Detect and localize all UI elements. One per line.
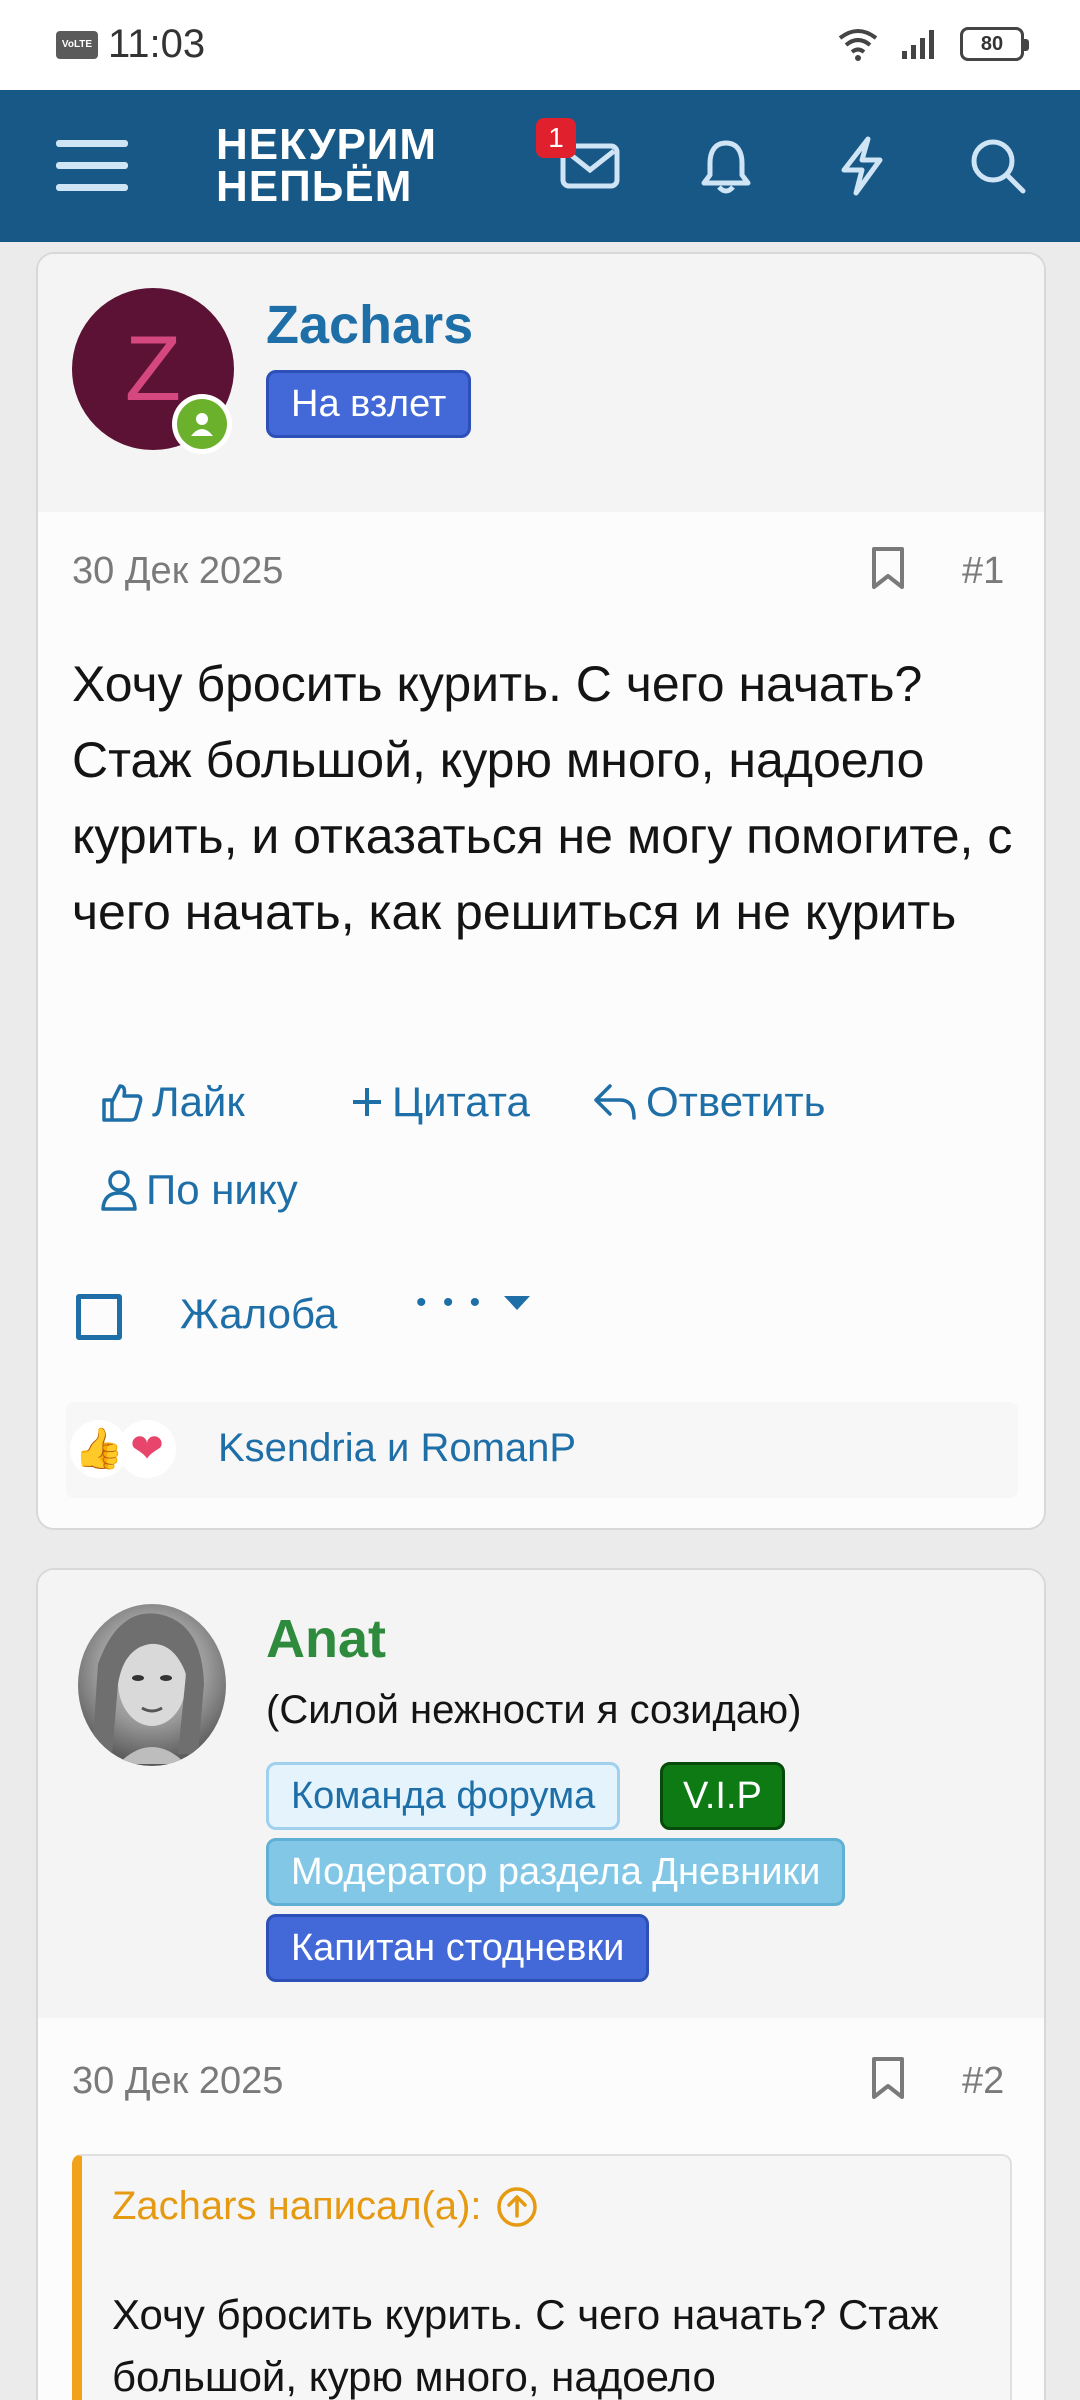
user-group-tag: Команда форума	[266, 1762, 621, 1830]
top-navbar: НЕКУРИМ НЕПЬЁМ 1	[0, 90, 1080, 242]
post-username[interactable]: Zachars	[266, 294, 473, 356]
whats-new-button[interactable]	[816, 120, 908, 212]
online-status-badge	[172, 394, 232, 454]
quote-button[interactable]: Цитата	[350, 1078, 530, 1126]
quote-text: Хочу бросить курить. С чего начать? Стаж…	[112, 2291, 939, 2400]
chevron-down-icon	[504, 1296, 531, 1310]
bookmark-button[interactable]	[870, 546, 906, 595]
avatar[interactable]	[78, 1604, 226, 1766]
volte-badge: VoLTE	[56, 31, 98, 59]
reply-label: Ответить	[646, 1078, 826, 1125]
bookmark-icon	[872, 547, 904, 589]
inbox-count-badge: 1	[536, 118, 576, 158]
quote-author: Zachars написал(а):	[112, 2184, 482, 2228]
status-icons: 80	[836, 26, 1029, 62]
post-card: Z Zachars На взлет 30 Дек 2025 #1 Хочу б…	[36, 252, 1046, 1530]
post-date[interactable]: 30 Дек 2025	[72, 2060, 283, 2103]
post-date[interactable]: 30 Дек 2025	[72, 550, 283, 593]
bell-icon	[701, 140, 751, 194]
bookmark-button[interactable]	[870, 2056, 906, 2105]
by-nick-button[interactable]: По нику	[100, 1166, 298, 1214]
user-group-tag: V.I.P	[660, 1762, 785, 1830]
user-rank-tag: На взлет	[266, 370, 472, 438]
logo-line-1: НЕКУРИМ	[216, 120, 438, 169]
avatar-portrait	[92, 1613, 204, 1764]
arrow-up-circle-icon	[496, 2186, 537, 2227]
select-post-checkbox[interactable]	[76, 1294, 122, 1340]
reply-icon	[594, 1084, 636, 1120]
post-user-header: Anat (Силой нежности я созидаю) Команда …	[38, 1570, 1044, 2018]
reaction-users-link[interactable]: Ksendria и RomanP	[218, 1426, 576, 1471]
post-username[interactable]: Anat	[266, 1608, 386, 1670]
plus-icon	[353, 1088, 381, 1116]
quote-author-link[interactable]: Zachars написал(а):	[112, 2184, 538, 2229]
more-actions-button[interactable]: • • •	[416, 1286, 532, 1320]
user-group-tag: Модератор раздела Дневники	[266, 1838, 846, 1906]
user-group-tag: Капитан стодневки	[266, 1914, 650, 1982]
like-button[interactable]: Лайк	[100, 1078, 245, 1126]
post-number-link[interactable]: #2	[962, 2060, 1004, 2103]
signal-icon	[902, 30, 934, 59]
user-online-icon	[191, 413, 213, 436]
search-button[interactable]	[952, 120, 1044, 212]
thumbs-up-icon	[102, 1084, 143, 1122]
menu-button[interactable]	[46, 120, 138, 212]
report-button[interactable]: Жалоба	[180, 1290, 337, 1338]
quote-label: Цитата	[392, 1078, 530, 1125]
user-icon	[101, 1170, 137, 1211]
hamburger-icon	[56, 140, 128, 191]
reactions-bar: 👍 ❤ Ksendria и RomanP	[66, 1402, 1018, 1498]
more-dots: • • •	[416, 1286, 485, 1319]
battery-indicator: 80	[960, 27, 1029, 61]
report-label: Жалоба	[180, 1290, 338, 1337]
user-custom-title: (Силой нежности я созидаю)	[266, 1688, 802, 1732]
logo-line-2: НЕПЬЁМ	[216, 162, 413, 211]
post-card: Anat (Силой нежности я созидаю) Команда …	[36, 1568, 1046, 2400]
reply-button[interactable]: Ответить	[592, 1078, 826, 1126]
quote-block: Zachars написал(а): Хочу бросить курить.…	[72, 2154, 1012, 2400]
alerts-button[interactable]	[680, 120, 772, 212]
like-label: Лайк	[152, 1078, 245, 1125]
status-bar: VoLTE 11:03 80	[0, 0, 1080, 90]
post-number-link[interactable]: #1	[962, 550, 1004, 593]
status-time: 11:03	[108, 22, 206, 66]
wifi-icon	[838, 29, 878, 61]
site-logo[interactable]: НЕКУРИМ НЕПЬЁМ	[216, 120, 438, 211]
lightning-icon	[841, 136, 883, 196]
search-icon	[971, 139, 1026, 194]
by-nick-label: По нику	[146, 1166, 298, 1213]
post-body-text: Хочу бросить курить. С чего начать? Стаж…	[72, 656, 1013, 940]
heart-icon: ❤	[118, 1420, 176, 1478]
post-user-header: Z Zachars На взлет	[38, 254, 1044, 512]
bookmark-icon	[872, 2057, 904, 2099]
